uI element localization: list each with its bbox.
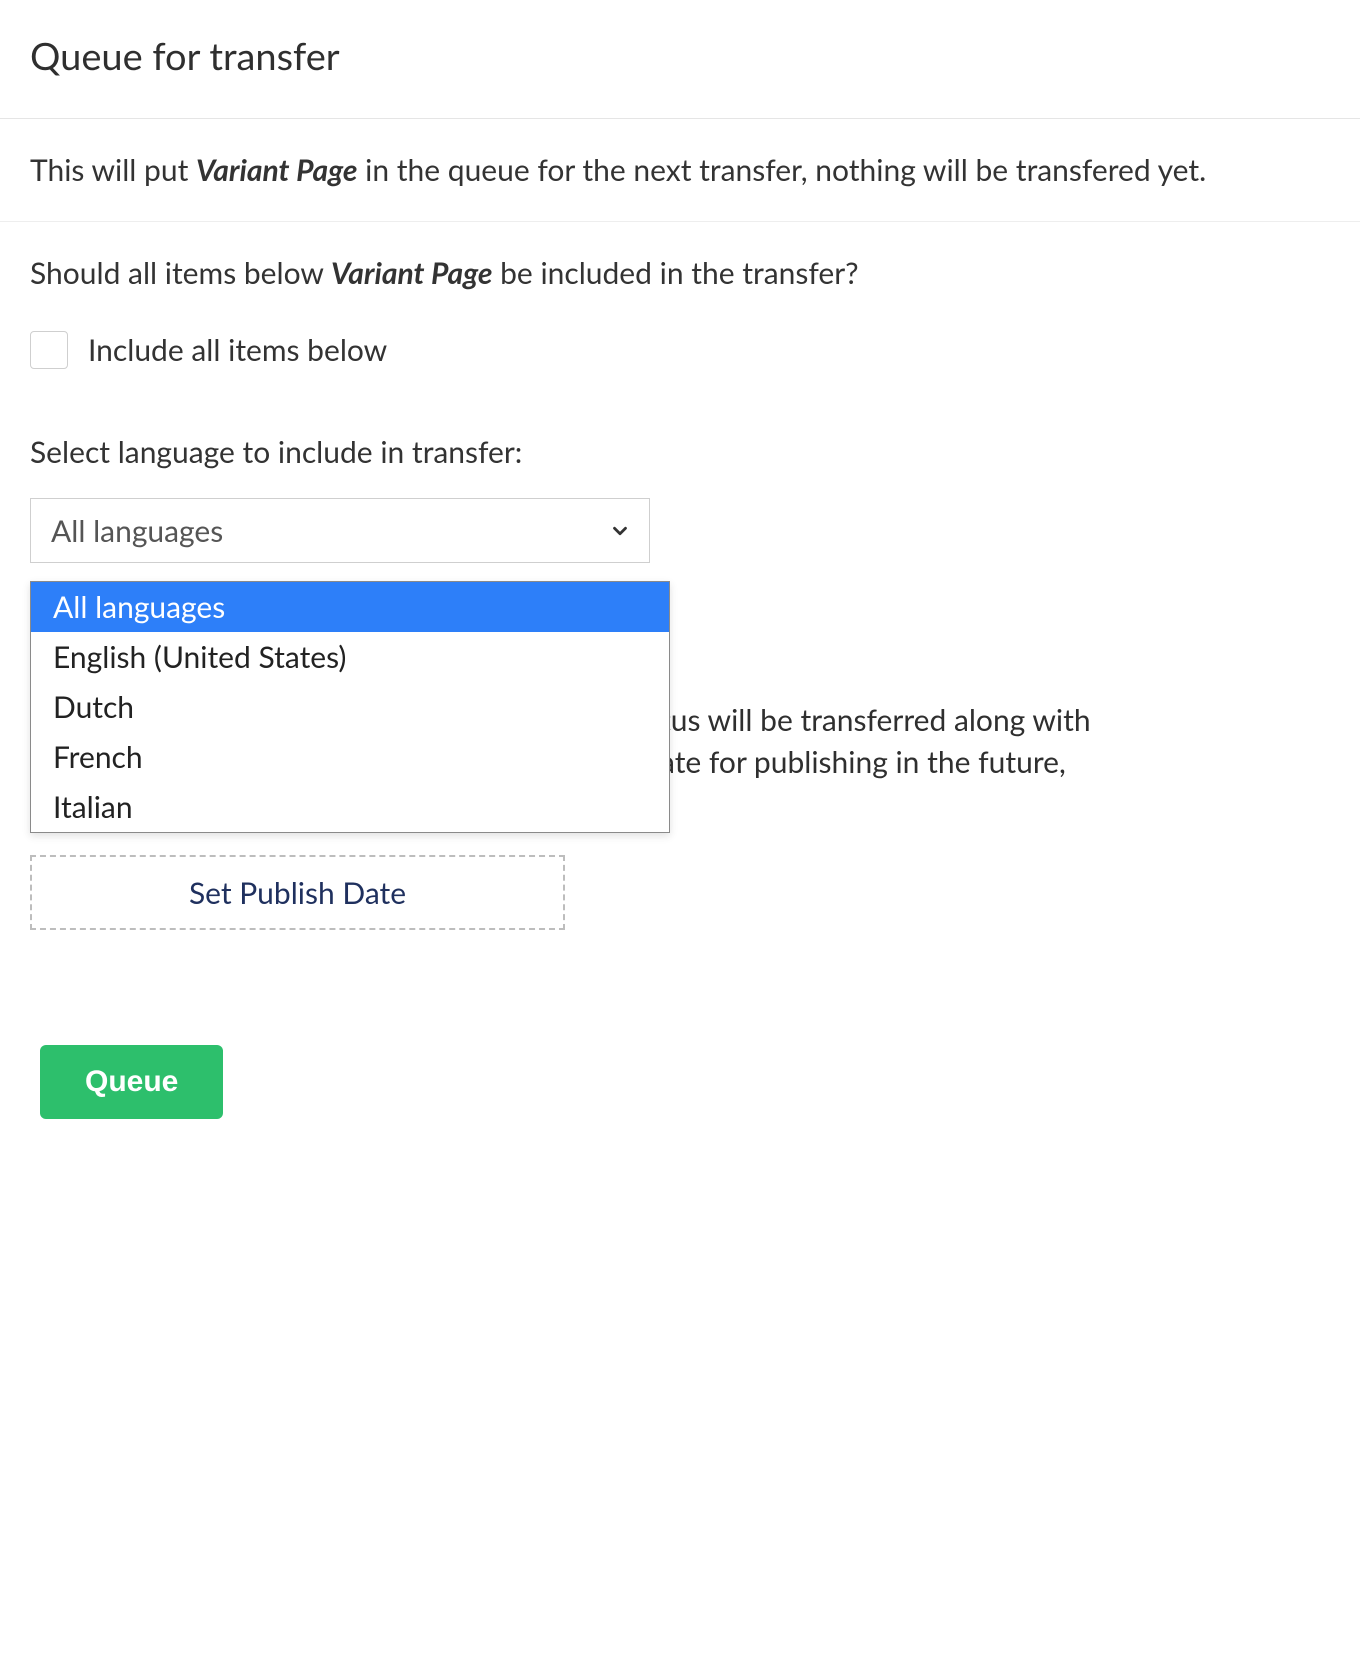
intro-text: This will put Variant Page in the queue … [30,149,1330,191]
queue-button-label: Queue [85,1065,178,1098]
dialog-title: Queue for transfer [30,30,1330,83]
queue-button[interactable]: Queue [40,1045,223,1119]
dialog-header: Queue for transfer [0,0,1360,119]
language-dropdown[interactable]: All languages English (United States) Du… [30,581,670,833]
intro-suffix: in the queue for the next transfer, noth… [357,152,1206,188]
include-question-suffix: be included in the transfer? [492,255,858,291]
include-question-item: Variant Page [331,255,492,291]
language-select-value: All languages [51,510,223,552]
include-section: Should all items below Variant Page be i… [0,222,1360,401]
language-option-all[interactable]: All languages [31,582,669,632]
language-option-dutch[interactable]: Dutch [31,682,669,732]
include-question: Should all items below Variant Page be i… [30,252,1330,294]
include-checkbox-row[interactable]: Include all items below [30,329,1330,371]
language-label: Select language to include in transfer: [30,431,1330,473]
set-publish-date-label: Set Publish Date [189,872,406,914]
language-option-italian[interactable]: Italian [31,782,669,832]
intro-section: This will put Variant Page in the queue … [0,119,1360,222]
intro-prefix: This will put [30,152,196,188]
include-checkbox-label: Include all items below [88,329,387,371]
intro-item-name: Variant Page [196,152,357,188]
publish-date-section: Set Publish Date [0,825,1360,930]
set-publish-date-button[interactable]: Set Publish Date [30,855,565,930]
dialog-footer: Queue [0,930,1360,1119]
language-option-en-us[interactable]: English (United States) [31,632,669,682]
queue-transfer-dialog: Queue for transfer This will put Variant… [0,0,1360,1119]
language-select[interactable]: All languages [30,498,650,563]
include-question-prefix: Should all items below [30,255,331,291]
language-field: Select language to include in transfer: … [0,401,1360,825]
chevron-down-icon [609,520,631,542]
include-checkbox[interactable] [30,331,68,369]
language-option-french[interactable]: French [31,732,669,782]
